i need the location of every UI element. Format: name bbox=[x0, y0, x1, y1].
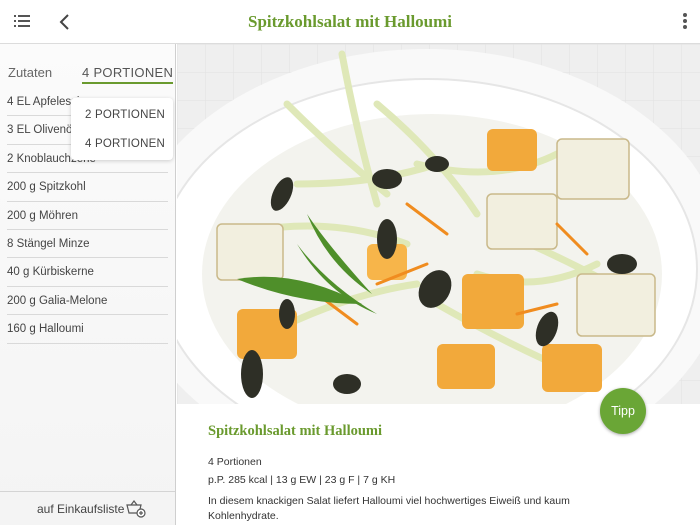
recipe-title: Spitzkohlsalat mit Halloumi bbox=[208, 423, 383, 439]
basket-add-icon bbox=[126, 500, 146, 518]
recipe-photo bbox=[177, 44, 700, 404]
add-to-shopping-list-button[interactable]: auf Einkaufsliste bbox=[0, 491, 175, 525]
portion-option-4[interactable]: 4 PORTIONEN bbox=[85, 138, 165, 150]
ingredient-item: 200 g Möhren bbox=[7, 202, 168, 230]
portions-dropdown: 2 PORTIONEN 4 PORTIONEN bbox=[71, 98, 173, 160]
recipe-app: Spitzkohlsalat mit Halloumi Zutaten 4 PO… bbox=[0, 0, 700, 525]
recipe-servings: 4 Portionen bbox=[208, 456, 262, 468]
ingredient-item: 8 Stängel Minze bbox=[7, 230, 168, 259]
recipe-nutrition: p.P. 285 kcal | 13 g EW | 23 g F | 7 g K… bbox=[208, 474, 396, 486]
top-bar: Spitzkohlsalat mit Halloumi bbox=[0, 0, 700, 44]
ingredient-item: 200 g Galia-Melone bbox=[7, 287, 168, 316]
portion-option-2[interactable]: 2 PORTIONEN bbox=[85, 109, 165, 121]
ingredient-item: 160 g Halloumi bbox=[7, 315, 168, 344]
shopping-list-label: auf Einkaufsliste bbox=[37, 502, 125, 516]
recipe-main: Spitzkohlsalat mit Halloumi 4 Portionen … bbox=[177, 44, 700, 525]
recipe-description: In diesem knackigen Salat liefert Hallou… bbox=[208, 495, 570, 522]
vertical-dots-icon[interactable] bbox=[682, 13, 688, 31]
ingredient-item: 40 g Kürbiskerne bbox=[7, 258, 168, 287]
portions-selector[interactable]: 4 PORTIONEN bbox=[82, 65, 174, 84]
tip-button[interactable]: Tipp bbox=[600, 388, 646, 434]
sidebar-tabs: Zutaten 4 PORTIONEN bbox=[0, 44, 175, 88]
ingredient-item: 200 g Spitzkohl bbox=[7, 173, 168, 202]
page-title: Spitzkohlsalat mit Halloumi bbox=[247, 12, 453, 31]
tab-ingredients[interactable]: Zutaten bbox=[8, 65, 52, 80]
